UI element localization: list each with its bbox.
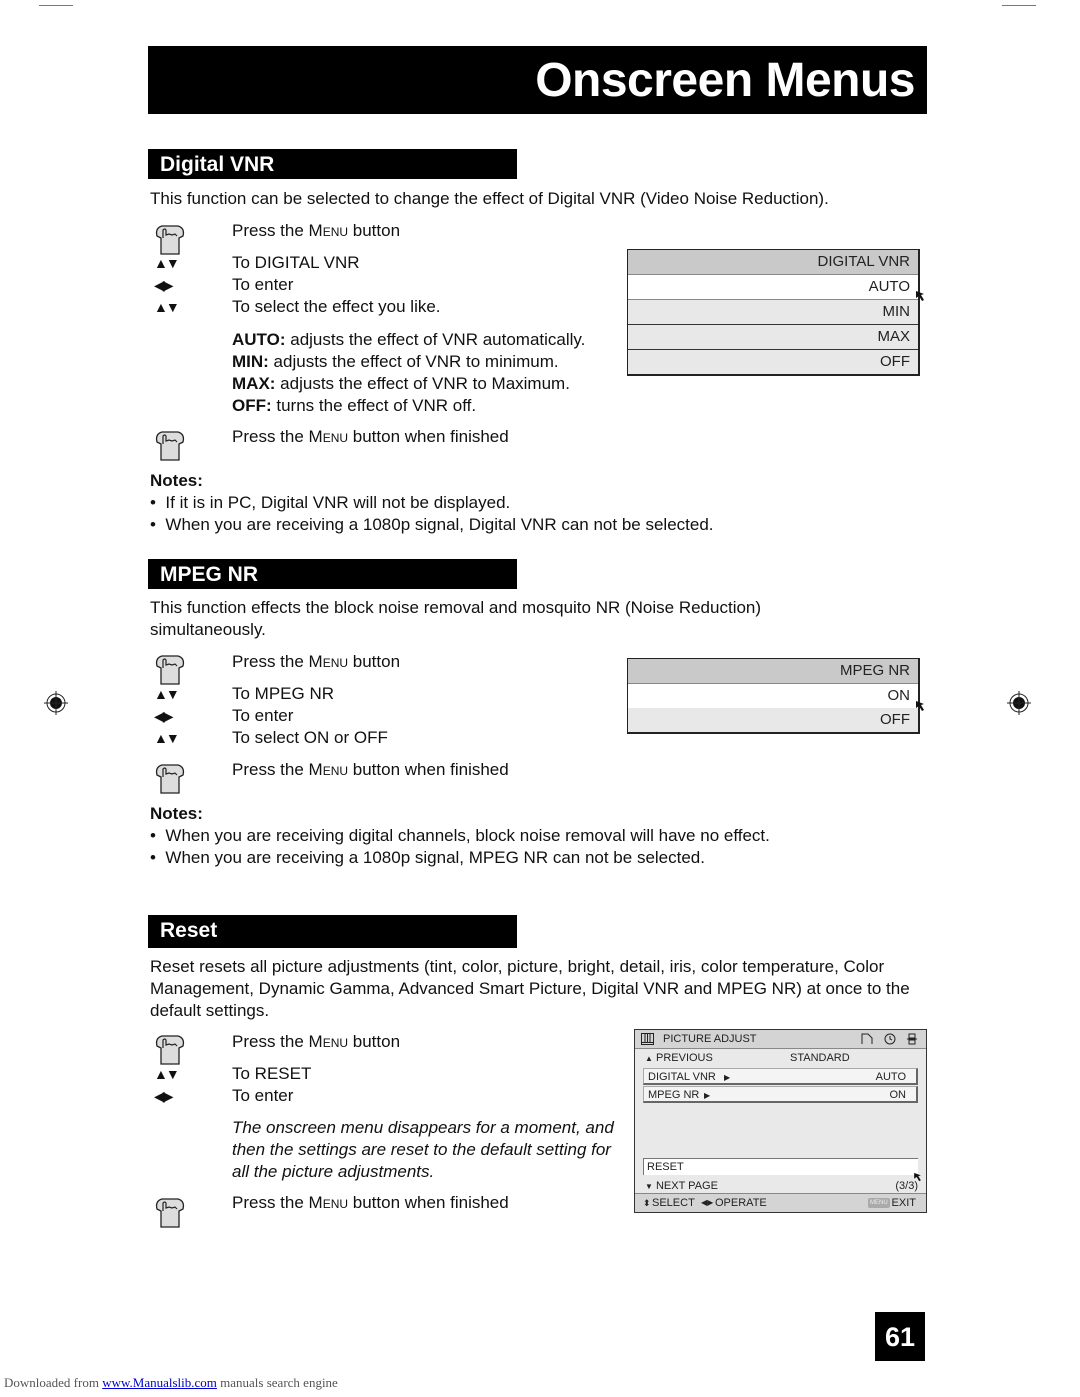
- setup-icon: [907, 1033, 917, 1045]
- left-right-arrows-icon: ◀▶: [154, 708, 173, 724]
- osd-header: PICTURE ADJUST: [635, 1030, 926, 1049]
- menu-button-hand-icon: [155, 225, 185, 255]
- row-value: AUTO: [875, 1071, 906, 1083]
- section-heading-reset: Reset: [148, 915, 517, 948]
- manualslib-link[interactable]: www.Manualslib.com: [102, 1375, 217, 1390]
- up-arrow-icon: ▲: [645, 1054, 653, 1063]
- row-label: MPEG NR: [648, 1089, 700, 1101]
- menu-button-hand-icon: [155, 655, 185, 685]
- step-press-menu: Press the Menu button: [232, 652, 401, 671]
- footer-suffix: manuals search engine: [216, 1375, 338, 1390]
- note-item: • When you are receiving digital channel…: [150, 826, 770, 845]
- section-heading-digital-vnr: Digital VNR: [148, 149, 517, 179]
- osd-page-indicator: (3/3): [895, 1180, 918, 1192]
- osd-option-off[interactable]: OFF: [628, 708, 918, 732]
- mpeg-nr-intro: This function effects the block noise re…: [150, 598, 762, 639]
- menu-button-hand-icon: [155, 764, 185, 794]
- step-press-menu: Press the Menu button: [232, 221, 401, 240]
- option-desc-auto: AUTO: adjusts the effect of VNR automati…: [232, 330, 586, 349]
- crop-mark: [1002, 5, 1036, 6]
- osd-row-digital-vnr[interactable]: DIGITAL VNR ▶ AUTO: [643, 1068, 918, 1085]
- menu-button-hand-icon: [155, 1035, 185, 1065]
- step-press-menu: Press the Menu button: [232, 1032, 401, 1051]
- registration-mark-icon: [1007, 691, 1031, 715]
- osd-title: MPEG NR: [628, 659, 918, 683]
- up-down-arrows-icon: ▲▼: [154, 255, 180, 271]
- left-right-arrow-icon: ◀▶: [701, 1198, 714, 1207]
- footer-prefix: Downloaded from: [4, 1375, 103, 1390]
- step-select-on-off: To select ON or OFF: [232, 728, 388, 747]
- cursor-arrow-icon: [916, 291, 924, 301]
- crop-mark: [39, 5, 73, 6]
- picture-menu-icon: [641, 1033, 654, 1045]
- next-page-label: NEXT PAGE: [655, 1180, 718, 1192]
- digital-vnr-osd-menu: DIGITAL VNR AUTO MIN MAX OFF: [627, 249, 920, 376]
- step-press-menu-finished: Press the Menu button when finished: [232, 1193, 509, 1212]
- notes-heading: Notes:: [150, 471, 203, 490]
- up-down-arrows-icon: ▲▼: [154, 730, 180, 746]
- up-down-arrow-icon: ⬍: [643, 1198, 651, 1208]
- cursor-arrow-icon: [916, 701, 924, 711]
- registration-mark-icon: [44, 691, 68, 715]
- option-desc-min: MIN: adjusts the effect of VNR to minimu…: [232, 352, 559, 371]
- mpeg-nr-osd-menu: MPEG NR ON OFF: [627, 658, 920, 734]
- osd-next-page-link[interactable]: ▼ NEXT PAGE: [645, 1178, 718, 1194]
- osd-footer: ⬍ SELECT ◀▶ OPERATE MENU EXIT: [635, 1193, 926, 1212]
- menu-button-hand-icon: [155, 1198, 185, 1228]
- osd-option-max[interactable]: MAX: [628, 324, 918, 349]
- page-number: 61: [875, 1312, 925, 1361]
- digital-vnr-intro: This function can be selected to change …: [150, 189, 829, 208]
- osd-reset-item[interactable]: RESET: [643, 1158, 918, 1175]
- left-right-arrows-icon: ◀▶: [154, 277, 173, 293]
- up-down-arrows-icon: ▲▼: [154, 1066, 180, 1082]
- footer: Downloaded from www.Manualslib.com manua…: [4, 1375, 338, 1391]
- osd-option-off[interactable]: OFF: [628, 349, 918, 374]
- note-item: • If it is in PC, Digital VNR will not b…: [150, 493, 511, 512]
- reset-intro: Reset resets all picture adjustments (ti…: [150, 957, 910, 1020]
- row-label: DIGITAL VNR: [648, 1071, 716, 1083]
- osd-option-on[interactable]: ON: [628, 683, 918, 708]
- clock-icon: [884, 1033, 896, 1045]
- down-arrow-icon: ▼: [645, 1182, 653, 1191]
- note-item: • When you are receiving a 1080p signal,…: [150, 848, 705, 867]
- left-right-arrows-icon: ◀▶: [154, 1088, 173, 1104]
- osd-option-min[interactable]: MIN: [628, 299, 918, 324]
- exit-hint: EXIT: [891, 1197, 916, 1209]
- step-to-enter: To enter: [232, 706, 294, 725]
- step-select-effect: To select the effect you like.: [232, 297, 441, 316]
- menu-button-hand-icon: [155, 431, 185, 461]
- step-to-mpeg-nr: To MPEG NR: [232, 684, 335, 703]
- option-desc-max: MAX: adjusts the effect of VNR to Maximu…: [232, 374, 570, 393]
- osd-title: DIGITAL VNR: [628, 250, 918, 274]
- operate-hint: OPERATE: [715, 1197, 767, 1209]
- step-to-reset: To RESET: [232, 1064, 312, 1083]
- osd-previous-link[interactable]: ▲ PREVIOUS: [645, 1050, 713, 1067]
- menu-key-badge: MENU: [868, 1198, 890, 1208]
- osd-option-auto[interactable]: AUTO: [628, 274, 918, 299]
- osd-previous-value: STANDARD: [790, 1052, 850, 1064]
- section-heading-mpeg-nr: MPEG NR: [148, 559, 517, 589]
- audio-menu-icon: [861, 1033, 873, 1044]
- picture-adjust-osd: PICTURE ADJUST ▲ PREVIOUS STANDARD DIGIT…: [634, 1029, 927, 1213]
- note-item: • When you are receiving a 1080p signal,…: [150, 515, 714, 534]
- up-down-arrows-icon: ▲▼: [154, 299, 180, 315]
- page-title: Onscreen Menus: [148, 46, 927, 114]
- row-value: ON: [889, 1089, 907, 1101]
- step-press-menu-finished: Press the Menu button when finished: [232, 760, 509, 779]
- submenu-arrow-icon: ▶: [704, 1091, 711, 1100]
- select-hint: SELECT: [652, 1197, 695, 1209]
- option-desc-off: OFF: turns the effect of VNR off.: [232, 396, 477, 415]
- notes-heading: Notes:: [150, 804, 203, 823]
- reset-italic-note: The onscreen menu disappears for a momen…: [232, 1118, 614, 1181]
- step-press-menu-finished: Press the Menu button when finished: [232, 427, 509, 446]
- step-to-enter: To enter: [232, 275, 294, 294]
- previous-label: PREVIOUS: [655, 1052, 713, 1064]
- osd-title: PICTURE ADJUST: [663, 1033, 757, 1045]
- osd-row-mpeg-nr[interactable]: MPEG NR ▶ ON: [643, 1086, 918, 1103]
- step-to-enter: To enter: [232, 1086, 294, 1105]
- up-down-arrows-icon: ▲▼: [154, 686, 180, 702]
- submenu-arrow-icon: ▶: [724, 1073, 731, 1082]
- step-to-digital-vnr: To DIGITAL VNR: [232, 253, 360, 272]
